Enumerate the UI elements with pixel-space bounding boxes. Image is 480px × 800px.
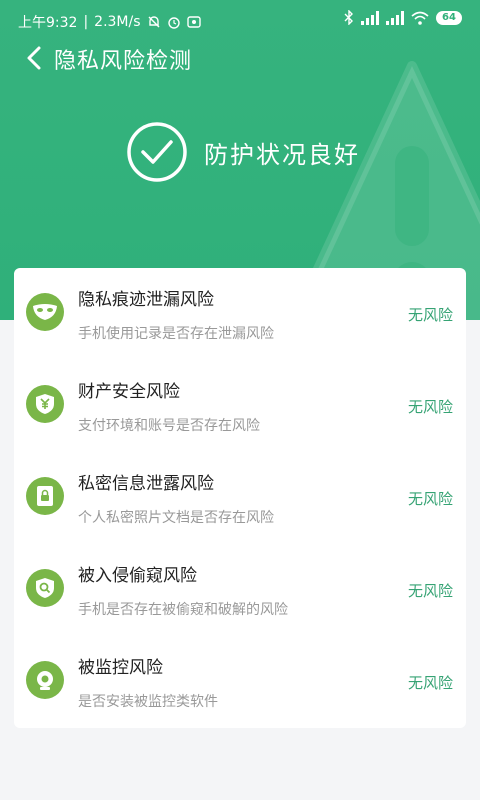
wifi-icon: [411, 11, 429, 25]
risk-item-title: 被入侵偷窥风险: [78, 566, 197, 586]
mask-icon: [26, 293, 64, 331]
lock-document-icon: [26, 477, 64, 515]
cell-signal-1-icon: [361, 10, 379, 25]
risk-item-desc: 手机是否存在被偷窥和破解的风险: [78, 602, 288, 618]
battery-icon: 64: [436, 10, 462, 25]
protection-status: 防护状况良好: [126, 120, 360, 184]
bluetooth-icon: [344, 10, 353, 25]
risk-item-monitoring[interactable]: 被监控风险 是否安装被监控类软件 无风险: [14, 636, 466, 728]
risk-item-title: 私密信息泄露风险: [78, 474, 214, 494]
risk-item-desc: 手机使用记录是否存在泄漏风险: [78, 326, 274, 342]
page-title: 隐私风险检测: [54, 49, 193, 74]
check-circle-icon: [127, 122, 187, 182]
risk-item-desc: 是否安装被监控类软件: [78, 694, 218, 710]
status-time: 上午9:32: [18, 15, 78, 31]
risk-list: 隐私痕迹泄漏风险 手机使用记录是否存在泄漏风险 无风险 财产安全风险 支付环境和…: [14, 268, 466, 728]
yuan-shield-icon: [26, 385, 64, 423]
status-bar: 上午9:32 | 2.3M/s 64: [0, 0, 480, 40]
risk-item-private-info[interactable]: 私密信息泄露风险 个人私密照片文档是否存在风险 无风险: [14, 452, 466, 544]
risk-item-title: 财产安全风险: [78, 382, 180, 402]
camera-icon: [26, 661, 64, 699]
alarm-icon: [167, 17, 180, 29]
risk-status-label: 无风险: [407, 306, 453, 324]
risk-item-desc: 个人私密照片文档是否存在风险: [78, 510, 274, 526]
risk-item-desc: 支付环境和账号是否存在风险: [78, 418, 260, 434]
mute-bell-icon: [148, 16, 160, 28]
notification-app-icon: [186, 16, 201, 28]
risk-status-label: 无风险: [407, 674, 453, 692]
cell-signal-2-icon: [386, 10, 404, 25]
protection-status-text: 防护状况良好: [204, 140, 360, 169]
risk-item-intrusion[interactable]: 被入侵偷窥风险 手机是否存在被偷窥和破解的风险 无风险: [14, 544, 466, 636]
navbar: 隐私风险检测: [0, 40, 480, 76]
network-speed: 2.3M/s: [94, 14, 141, 30]
risk-item-privacy-trace[interactable]: 隐私痕迹泄漏风险 手机使用记录是否存在泄漏风险 无风险: [14, 268, 466, 360]
risk-status-label: 无风险: [407, 398, 453, 416]
risk-item-title: 被监控风险: [78, 658, 163, 678]
back-arrow-icon[interactable]: [20, 44, 48, 72]
risk-status-label: 无风险: [407, 490, 453, 508]
risk-item-property[interactable]: 财产安全风险 支付环境和账号是否存在风险 无风险: [14, 360, 466, 452]
risk-status-label: 无风险: [407, 582, 453, 600]
search-shield-icon: [26, 569, 64, 607]
risk-item-title: 隐私痕迹泄漏风险: [78, 290, 214, 310]
